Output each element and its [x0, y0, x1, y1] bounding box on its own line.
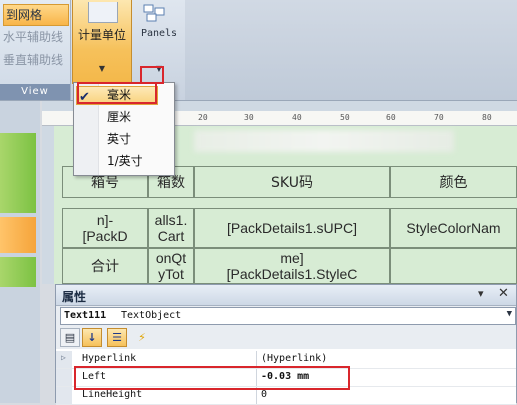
menu-item-inch[interactable]: 英寸 — [74, 129, 174, 149]
orange-tab[interactable] — [0, 217, 36, 253]
property-name: LineHeight — [82, 389, 143, 400]
snap-to-grid-item[interactable]: 到网格 — [3, 4, 69, 26]
sort-alphabetical-icon[interactable]: ↓ — [82, 328, 102, 347]
cell-text: yTot — [158, 266, 184, 282]
menu-item-inch-fraction[interactable]: 1/英寸 — [74, 151, 174, 171]
green-tab[interactable] — [0, 133, 36, 213]
chevron-down-icon[interactable]: ▼ — [507, 309, 512, 319]
properties-icon[interactable]: ☰ — [107, 328, 127, 347]
cell-text: Cart — [157, 228, 185, 244]
left-panel — [0, 101, 40, 403]
properties-toolbar: ▤ ↓ ☰ ⚡ — [56, 327, 516, 349]
row-gutter — [56, 387, 72, 404]
close-icon[interactable]: ✕ — [498, 286, 509, 301]
properties-title: 属性 — [62, 290, 87, 304]
ruler-tick: 60 — [386, 113, 396, 122]
total-label-cell[interactable]: 合计 — [62, 248, 148, 284]
pin-icon[interactable]: ▾ — [478, 287, 484, 300]
annotation-box — [74, 366, 350, 390]
menu-item-label: 厘米 — [107, 110, 132, 124]
header-cell[interactable]: SKU码 — [194, 166, 390, 198]
data-cell-cartons[interactable]: alls1. Cart — [148, 208, 194, 248]
menu-item-centimeter[interactable]: 厘米 — [74, 107, 174, 127]
data-cell-sku[interactable]: [PackDetails1.sUPC] — [194, 208, 390, 248]
units-label: 计量单位 — [77, 28, 126, 42]
ruler-tick: 70 — [434, 113, 444, 122]
row-gutter — [56, 369, 72, 386]
categorized-icon[interactable]: ▤ — [60, 328, 80, 347]
vertical-guides-item[interactable]: 垂直辅助线 — [3, 50, 63, 70]
properties-title-bar: 属性 ▾ ✕ — [56, 285, 516, 306]
object-type: TextObject — [121, 310, 182, 321]
total-qty-cell[interactable]: onQt yTot — [148, 248, 194, 284]
menu-item-label: 1/英寸 — [107, 154, 143, 168]
data-cell-box-no[interactable]: n]- [PackD — [62, 208, 148, 248]
header-cell[interactable]: 颜色 — [390, 166, 517, 198]
panels-icon — [143, 4, 165, 22]
expand-icon[interactable]: ▷ — [61, 353, 66, 362]
cell-text: n]- — [96, 212, 114, 228]
data-cell-color[interactable]: StyleColorNam — [390, 208, 517, 248]
ruler-tick: 30 — [244, 113, 254, 122]
property-value[interactable]: 0 — [261, 389, 267, 400]
units-button[interactable]: 计量单位 ▼ — [72, 0, 132, 84]
ruler-tick: 40 — [292, 113, 302, 122]
ruler-tick: 20 — [198, 113, 208, 122]
chevron-down-icon: ▼ — [98, 64, 106, 73]
panels-label: Panels — [140, 28, 178, 39]
view-group-label: View — [0, 84, 70, 100]
annotation-box — [77, 82, 157, 104]
ruler-tick: 50 — [340, 113, 350, 122]
ribbon-empty-area — [185, 0, 517, 100]
green-tab[interactable] — [0, 257, 36, 287]
total-empty-cell[interactable] — [390, 248, 517, 284]
blurred-title — [194, 130, 454, 152]
property-value[interactable]: (Hyperlink) — [261, 353, 327, 364]
ruler-icon — [88, 2, 118, 23]
object-name: Text111 — [64, 310, 107, 321]
events-icon[interactable]: ⚡ — [132, 328, 152, 347]
view-group: 到网格 水平辅助线 垂直辅助线 View — [0, 0, 71, 100]
total-style-cell[interactable]: me] [PackDetails1.StyleC — [194, 248, 390, 284]
ruler-tick: 80 — [482, 113, 492, 122]
cell-text: onQt — [155, 250, 187, 266]
object-selector[interactable]: Text111 TextObject ▼ — [60, 307, 516, 325]
cell-text: [PackDetails1.StyleC — [226, 266, 358, 282]
row-gutter: ▷ — [56, 351, 72, 368]
cell-text: [PackD — [82, 228, 128, 244]
cell-text: alls1. — [154, 212, 188, 228]
cell-text: me] — [280, 250, 304, 266]
property-name: Hyperlink — [82, 353, 137, 364]
menu-item-label: 英寸 — [107, 132, 132, 146]
horizontal-guides-item[interactable]: 水平辅助线 — [3, 27, 63, 47]
